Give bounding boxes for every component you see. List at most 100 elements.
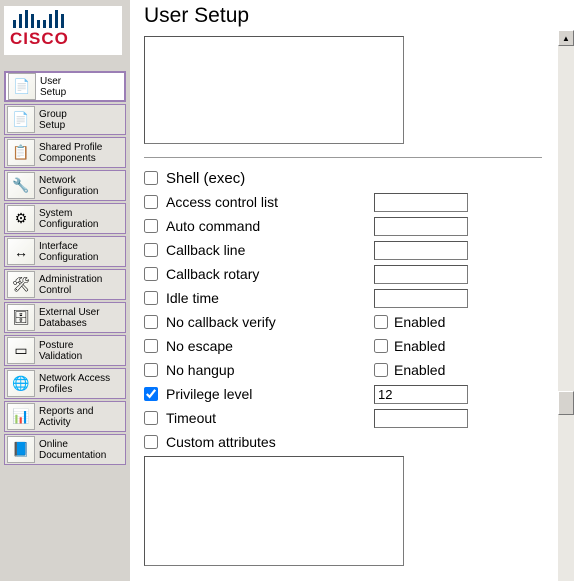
nav-icon: 📄 [7, 106, 35, 133]
form-rows: Access control list Auto command Callback … [144, 190, 552, 454]
noesc-enabled-label: Enabled [394, 338, 445, 354]
acl-checkbox[interactable] [144, 195, 158, 209]
nohang-enabled-group: Enabled [374, 362, 445, 378]
timeout-checkbox[interactable] [144, 411, 158, 425]
nav-icon: 🗄 [7, 304, 35, 331]
row-nocbv: No callback verify Enabled [144, 310, 552, 334]
nav-icon: 🔧 [7, 172, 35, 199]
nav-label: SystemConfiguration [39, 208, 98, 230]
timeout-input[interactable] [374, 409, 468, 428]
idle-label: Idle time [166, 290, 374, 306]
scroll-up-button[interactable]: ▲ [558, 30, 574, 46]
scroll-track[interactable] [558, 46, 574, 581]
nohang-label: No hangup [166, 362, 374, 378]
sidebar-item-administration-control[interactable]: 🛠AdministrationControl [4, 269, 126, 300]
nav-icon: ↔ [7, 238, 35, 265]
row-autocmd: Auto command [144, 214, 552, 238]
cisco-logo-bars [13, 10, 116, 28]
sidebar-nav: 📄UserSetup📄GroupSetup📋Shared ProfileComp… [4, 71, 126, 465]
cbrotary-input[interactable] [374, 265, 468, 284]
noesc-checkbox[interactable] [144, 339, 158, 353]
content: Shell (exec) Access control list Auto com… [130, 30, 558, 581]
row-shell-exec: Shell (exec) [144, 166, 552, 190]
main: User Setup Shell (exec) Access control l… [130, 0, 574, 581]
nav-label: AdministrationControl [39, 274, 102, 296]
nav-label: Reports andActivity [39, 406, 93, 428]
sidebar-item-posture-validation[interactable]: ▭PostureValidation [4, 335, 126, 366]
divider [144, 157, 542, 158]
nocbv-checkbox[interactable] [144, 315, 158, 329]
sidebar-item-network-access-profiles[interactable]: 🌐Network AccessProfiles [4, 368, 126, 399]
scrollbar[interactable]: ▲ [558, 30, 574, 581]
priv-checkbox[interactable] [144, 387, 158, 401]
sidebar-item-online-documentation[interactable]: 📘OnlineDocumentation [4, 434, 126, 465]
noesc-enabled-group: Enabled [374, 338, 445, 354]
nav-label: Network AccessProfiles [39, 373, 110, 395]
sidebar: CISCO 📄UserSetup📄GroupSetup📋Shared Profi… [0, 0, 130, 581]
acl-input[interactable] [374, 193, 468, 212]
nav-icon: 📋 [7, 139, 35, 166]
nav-label: Shared ProfileComponents [39, 142, 102, 164]
nav-label: GroupSetup [39, 109, 67, 131]
noesc-label: No escape [166, 338, 374, 354]
nav-label: PostureValidation [39, 340, 82, 362]
nav-icon: 🌐 [7, 370, 35, 397]
nocbv-enabled-group: Enabled [374, 314, 445, 330]
sidebar-item-external-user-databases[interactable]: 🗄External UserDatabases [4, 302, 126, 333]
cbline-input[interactable] [374, 241, 468, 260]
nohang-enabled-checkbox[interactable] [374, 363, 388, 377]
nohang-enabled-label: Enabled [394, 362, 445, 378]
row-noesc: No escape Enabled [144, 334, 552, 358]
row-acl: Access control list [144, 190, 552, 214]
nav-label: NetworkConfiguration [39, 175, 98, 197]
top-textarea[interactable] [144, 36, 404, 144]
sidebar-item-interface-configuration[interactable]: ↔InterfaceConfiguration [4, 236, 126, 267]
timeout-label: Timeout [166, 410, 374, 426]
cbline-checkbox[interactable] [144, 243, 158, 257]
nocbv-label: No callback verify [166, 314, 374, 330]
autocmd-label: Auto command [166, 218, 374, 234]
sidebar-item-user-setup[interactable]: 📄UserSetup [4, 71, 126, 102]
cisco-logo-text: CISCO [10, 29, 116, 49]
nav-icon: 🛠 [7, 271, 35, 298]
nav-label: OnlineDocumentation [39, 439, 106, 461]
nav-icon: ⚙ [7, 205, 35, 232]
cbrotary-checkbox[interactable] [144, 267, 158, 281]
acl-label: Access control list [166, 194, 374, 210]
row-timeout: Timeout [144, 406, 552, 430]
idle-input[interactable] [374, 289, 468, 308]
sidebar-item-shared-profile-components[interactable]: 📋Shared ProfileComponents [4, 137, 126, 168]
scroll-thumb[interactable] [558, 391, 574, 415]
row-priv: Privilege level [144, 382, 552, 406]
sidebar-item-reports-and-activity[interactable]: 📊Reports andActivity [4, 401, 126, 432]
sidebar-item-group-setup[interactable]: 📄GroupSetup [4, 104, 126, 135]
nav-icon: 📘 [7, 436, 35, 463]
cisco-logo: CISCO [4, 6, 122, 55]
row-cbline: Callback line [144, 238, 552, 262]
nocbv-enabled-checkbox[interactable] [374, 315, 388, 329]
nocbv-enabled-label: Enabled [394, 314, 445, 330]
content-wrap: Shell (exec) Access control list Auto com… [130, 30, 574, 581]
custom-checkbox[interactable] [144, 435, 158, 449]
priv-label: Privilege level [166, 386, 374, 402]
shell-exec-label: Shell (exec) [166, 170, 245, 187]
row-nohang: No hangup Enabled [144, 358, 552, 382]
row-cbrotary: Callback rotary [144, 262, 552, 286]
custom-label: Custom attributes [166, 434, 374, 450]
row-idle: Idle time [144, 286, 552, 310]
noesc-enabled-checkbox[interactable] [374, 339, 388, 353]
sidebar-item-network-configuration[interactable]: 🔧NetworkConfiguration [4, 170, 126, 201]
shell-exec-checkbox[interactable] [144, 171, 158, 185]
nav-icon: 📊 [7, 403, 35, 430]
nav-label: External UserDatabases [39, 307, 100, 329]
sidebar-item-system-configuration[interactable]: ⚙SystemConfiguration [4, 203, 126, 234]
priv-input[interactable] [374, 385, 468, 404]
nav-label: InterfaceConfiguration [39, 241, 98, 263]
autocmd-input[interactable] [374, 217, 468, 236]
autocmd-checkbox[interactable] [144, 219, 158, 233]
custom-attributes-textarea[interactable] [144, 456, 404, 566]
page-title: User Setup [144, 4, 574, 28]
idle-checkbox[interactable] [144, 291, 158, 305]
nohang-checkbox[interactable] [144, 363, 158, 377]
cbline-label: Callback line [166, 242, 374, 258]
